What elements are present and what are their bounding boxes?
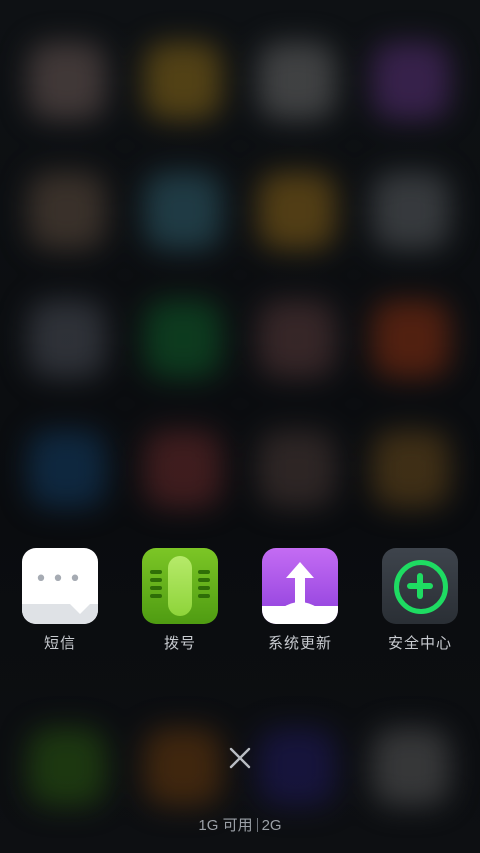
recent-app-label: 拨号 bbox=[163, 634, 196, 652]
blurred-dock-icon bbox=[258, 728, 336, 806]
blurred-app-icon bbox=[28, 430, 106, 508]
blurred-app-icon bbox=[258, 300, 336, 378]
blurred-dock-icon bbox=[144, 728, 222, 806]
recent-app-label: 短信 bbox=[43, 634, 76, 652]
messages-icon-dots: ••• bbox=[34, 567, 86, 592]
recent-app-security-center[interactable]: 安全中心 bbox=[360, 548, 480, 658]
dialer-icon-bar bbox=[198, 570, 210, 574]
recent-apps-row: ••• 短信 拨号 系统更新 安全中心 bbox=[0, 548, 480, 658]
recent-apps-screen: ••• 短信 拨号 系统更新 安全中心 1G 可用 2G bbox=[0, 0, 480, 853]
blurred-app-icon bbox=[258, 42, 336, 120]
blurred-app-icon bbox=[258, 172, 336, 250]
blurred-app-icon bbox=[372, 172, 450, 250]
messages-icon-tail bbox=[70, 604, 90, 614]
messages-icon[interactable]: ••• bbox=[22, 548, 98, 624]
recent-app-label: 系统更新 bbox=[267, 634, 332, 652]
blurred-app-icon bbox=[28, 42, 106, 120]
memory-available: 1G 可用 bbox=[198, 817, 253, 834]
recent-app-system-update[interactable]: 系统更新 bbox=[240, 548, 360, 658]
clear-all-button[interactable] bbox=[222, 740, 258, 776]
close-icon[interactable] bbox=[229, 747, 251, 769]
recent-app-dialer[interactable]: 拨号 bbox=[120, 548, 240, 658]
recent-app-messages[interactable]: ••• 短信 bbox=[0, 548, 120, 658]
memory-info: 1G 可用 2G bbox=[0, 814, 480, 835]
dialer-icon-bar bbox=[198, 578, 210, 582]
blurred-app-icon bbox=[144, 300, 222, 378]
blurred-dock-icon bbox=[372, 728, 450, 806]
system-update-icon[interactable] bbox=[262, 548, 338, 624]
blurred-home-background bbox=[0, 0, 480, 853]
dialer-icon-bar bbox=[198, 594, 210, 598]
blurred-app-icon bbox=[144, 42, 222, 120]
blurred-app-icon bbox=[144, 172, 222, 250]
blurred-app-icon bbox=[258, 430, 336, 508]
dialer-icon-bar bbox=[150, 594, 162, 598]
up-arrow-icon bbox=[282, 562, 318, 608]
blurred-app-icon bbox=[372, 42, 450, 120]
security-center-icon[interactable] bbox=[382, 548, 458, 624]
blurred-app-icon bbox=[372, 430, 450, 508]
dialer-icon-bar bbox=[150, 586, 162, 590]
plus-icon bbox=[417, 573, 423, 599]
dialer-icon-pill bbox=[168, 556, 192, 616]
memory-total: 2G bbox=[261, 817, 282, 834]
dialer-icon[interactable] bbox=[142, 548, 218, 624]
blurred-app-icon bbox=[28, 172, 106, 250]
dialer-icon-bar bbox=[198, 586, 210, 590]
dialer-icon-bar bbox=[150, 578, 162, 582]
recent-app-label: 安全中心 bbox=[387, 634, 452, 652]
blurred-dock-icon bbox=[28, 728, 106, 806]
blurred-app-icon bbox=[144, 430, 222, 508]
blurred-app-icon bbox=[372, 300, 450, 378]
blurred-app-icon bbox=[28, 300, 106, 378]
dialer-icon-bar bbox=[150, 570, 162, 574]
memory-separator bbox=[256, 818, 258, 832]
